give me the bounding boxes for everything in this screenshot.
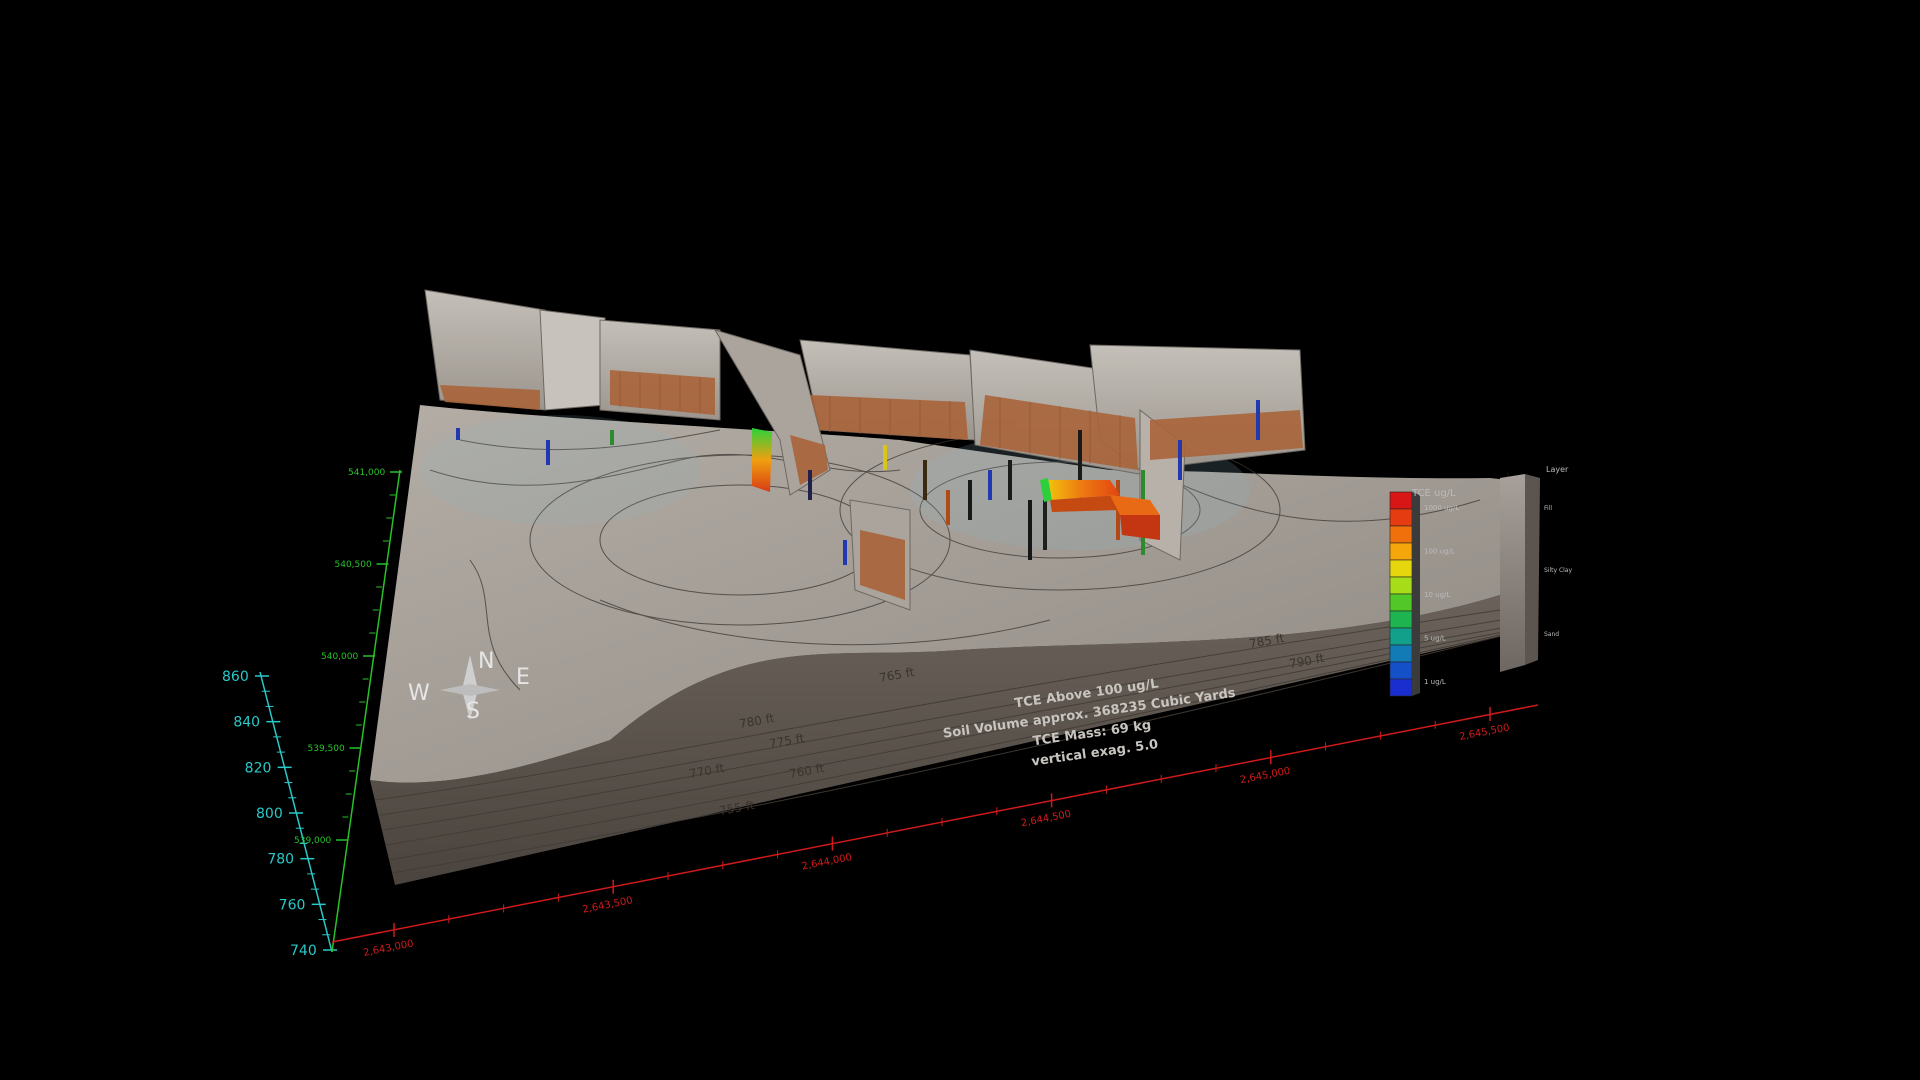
color-scale-side [1412, 492, 1420, 696]
x-axis-tick-label: 2,643,000 [362, 938, 414, 959]
color-scale-cell [1389, 491, 1413, 510]
color-scale-title: TCE ug/L [1411, 488, 1456, 499]
layer-legend-column-side [1525, 474, 1540, 665]
color-scale-cell [1389, 610, 1413, 629]
z-axis-tick-label: 860 [222, 669, 249, 685]
z-axis-tick-label: 820 [245, 760, 272, 776]
y-axis-tick-label: 539,500 [308, 744, 345, 754]
compass-east-label: E [516, 665, 530, 690]
z-axis: 860 840 820 800 780 760 740 [222, 669, 337, 959]
color-scale-cell [1389, 627, 1413, 646]
plume-body-west [752, 428, 772, 492]
compass-south-label: S [466, 699, 480, 724]
plume-halo-west [420, 415, 700, 525]
terrain-block [370, 405, 1512, 885]
color-scale-cell [1389, 576, 1413, 595]
color-scale-cell [1389, 542, 1413, 561]
color-scale-cell [1389, 593, 1413, 612]
y-axis-tick-label: 539,000 [294, 836, 331, 846]
color-scale-label: 10 ug/L [1424, 591, 1450, 599]
x-axis-tick-label: 2,644,000 [801, 852, 853, 873]
layer-legend-column [1500, 474, 1525, 672]
layer-legend-label: Silty Clay [1544, 567, 1572, 574]
z-axis-tick-label: 780 [267, 852, 294, 868]
color-scale-cell [1389, 559, 1413, 578]
z-axis-tick-label: 760 [279, 897, 306, 913]
y-axis-tick-label: 540,000 [321, 652, 358, 662]
x-axis-tick-label: 2,645,500 [1458, 722, 1510, 743]
x-axis-tick-label: 2,643,500 [582, 895, 634, 916]
fence-panel-west-legend [539, 309, 606, 411]
color-scale-label: 1000 ug/L [1424, 504, 1459, 512]
z-axis-tick-label: 800 [256, 806, 283, 822]
z-axis-tick-label: 840 [233, 715, 260, 731]
color-scale-cell [1389, 508, 1413, 527]
compass-north-label: N [478, 649, 494, 674]
color-scale-label: 1 ug/L [1424, 678, 1446, 686]
y-axis-tick-label: 540,500 [335, 560, 372, 570]
layer-legend-title: Layer [1546, 465, 1569, 474]
color-scale-cell [1389, 525, 1413, 544]
color-scale-cell [1389, 661, 1413, 680]
color-scale-cell [1389, 678, 1413, 697]
3d-site-model-viewport[interactable]: N S E W TCE Above 100 ug/L Soil Volume a… [0, 0, 1920, 1080]
color-scale-cell [1389, 644, 1413, 663]
layer-legend: Layer Fill Silty Clay Sand [1500, 465, 1572, 672]
color-scale-label: 100 ug/L [1424, 548, 1455, 556]
y-axis-tick-label: 541,000 [348, 468, 385, 478]
compass-west-label: W [408, 681, 430, 706]
x-axis-tick-label: 2,644,500 [1020, 809, 1072, 830]
layer-legend-label: Fill [1544, 505, 1552, 512]
z-axis-tick-label: 740 [290, 943, 317, 959]
layer-legend-label: Sand [1544, 631, 1559, 638]
color-scale-label: 5 ug/L [1424, 635, 1446, 643]
x-axis-tick-label: 2,645,000 [1239, 766, 1291, 787]
